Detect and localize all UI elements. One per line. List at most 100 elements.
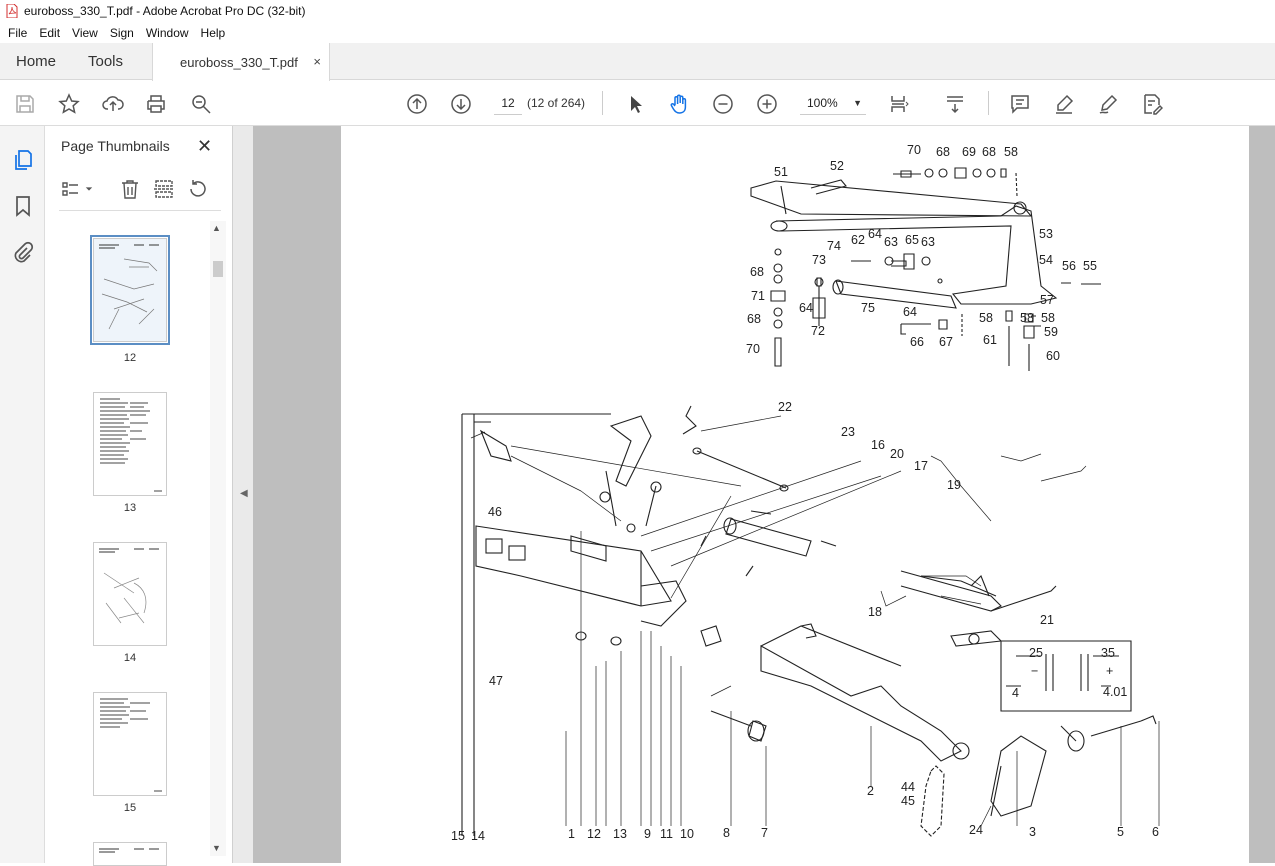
part-number-label: 71 bbox=[751, 289, 765, 303]
zoom-select[interactable]: 100% ▼ bbox=[800, 91, 866, 115]
menu-file[interactable]: File bbox=[2, 26, 33, 40]
menu-help[interactable]: Help bbox=[195, 26, 232, 40]
tab-tools[interactable]: Tools bbox=[88, 43, 123, 80]
part-number-label: 23 bbox=[841, 425, 855, 439]
part-number-label: 67 bbox=[939, 335, 953, 349]
thumbnail-page-13[interactable] bbox=[93, 392, 167, 496]
part-number-label: 60 bbox=[1046, 349, 1060, 363]
upload-icon[interactable] bbox=[100, 91, 126, 117]
part-number-label: 13 bbox=[613, 827, 627, 841]
panel-collapse-handle[interactable]: ◀ bbox=[233, 126, 253, 863]
hand-icon[interactable] bbox=[666, 91, 692, 117]
part-number-label: 68 bbox=[982, 145, 996, 159]
part-number-label: 65 bbox=[905, 233, 919, 247]
save-icon[interactable] bbox=[12, 91, 38, 117]
thumbnail-page-16[interactable] bbox=[93, 842, 167, 866]
chevron-down-icon[interactable] bbox=[85, 182, 95, 206]
scroll-up-icon[interactable]: ▲ bbox=[212, 223, 221, 233]
part-number-label: 55 bbox=[1083, 259, 1097, 273]
part-number-label: − bbox=[1031, 664, 1038, 678]
collapse-arrow-icon: ◀ bbox=[240, 488, 248, 499]
part-number-label: 5 bbox=[1117, 825, 1124, 839]
scroll-mode-icon[interactable] bbox=[942, 91, 968, 117]
tab-document[interactable]: euroboss_330_T.pdf × bbox=[152, 43, 330, 81]
part-number-label: 57 bbox=[1040, 293, 1054, 307]
close-panel-icon[interactable]: ✕ bbox=[197, 136, 212, 157]
tab-home[interactable]: Home bbox=[16, 43, 56, 80]
menu-view[interactable]: View bbox=[66, 26, 104, 40]
part-number-label: 59 bbox=[1044, 325, 1058, 339]
comment-icon[interactable] bbox=[1007, 91, 1033, 117]
part-number-label: 62 bbox=[851, 233, 865, 247]
part-number-label: 11 bbox=[660, 827, 673, 841]
search-icon[interactable] bbox=[188, 91, 214, 117]
part-number-label: 46 bbox=[488, 505, 502, 519]
rotate-icon[interactable] bbox=[187, 178, 211, 202]
part-number-label: 20 bbox=[890, 447, 904, 461]
part-number-label: + bbox=[1106, 664, 1113, 678]
zoom-out-icon[interactable] bbox=[710, 91, 736, 117]
part-number-label: 18 bbox=[868, 605, 882, 619]
page-up-icon[interactable] bbox=[404, 91, 430, 117]
part-number-label: 69 bbox=[962, 145, 976, 159]
attachments-icon[interactable] bbox=[11, 240, 35, 264]
part-number-label: 54 bbox=[1039, 253, 1053, 267]
part-number-label: 58 bbox=[1041, 311, 1055, 325]
part-number-label: 4.01 bbox=[1103, 685, 1127, 699]
window-title: euroboss_330_T.pdf - Adobe Acrobat Pro D… bbox=[24, 4, 306, 18]
delete-icon[interactable] bbox=[119, 178, 143, 202]
part-number-label: 51 bbox=[774, 165, 788, 179]
parts-diagram: 70 68 69 68 5851 525374 62 6463 65 6354 56 55586873… bbox=[451, 143, 1160, 843]
edit-pdf-icon[interactable] bbox=[1139, 91, 1165, 117]
part-number-label: 58 bbox=[979, 311, 993, 325]
zoom-in-icon[interactable] bbox=[754, 91, 780, 117]
thumbnail-page-12[interactable] bbox=[90, 235, 170, 345]
part-number-label: 35 bbox=[1101, 646, 1115, 660]
panel-toolbar bbox=[59, 176, 219, 204]
page-down-icon[interactable] bbox=[448, 91, 474, 117]
scrollbar-thumb[interactable] bbox=[213, 261, 223, 277]
part-number-label: 3 bbox=[1029, 825, 1036, 839]
left-rail bbox=[0, 126, 45, 863]
thumbnail-label: 15 bbox=[123, 802, 137, 814]
bookmarks-icon[interactable] bbox=[11, 194, 35, 218]
part-number-label: 64 bbox=[903, 305, 917, 319]
thumbnail-page-15[interactable] bbox=[93, 692, 167, 796]
sign-icon[interactable] bbox=[1095, 91, 1121, 117]
thumbnail-page-14[interactable] bbox=[93, 542, 167, 646]
part-number-label: 16 bbox=[871, 438, 885, 452]
highlight-icon[interactable] bbox=[1051, 91, 1077, 117]
part-number-label: 8 bbox=[723, 826, 730, 840]
extract-pages-icon[interactable] bbox=[153, 178, 177, 202]
part-number-label: 2 bbox=[867, 784, 874, 798]
page-thumbnails-icon[interactable] bbox=[11, 148, 35, 172]
options-menu-icon[interactable] bbox=[61, 178, 85, 202]
part-number-label: 22 bbox=[778, 400, 792, 414]
part-number-label: 21 bbox=[1040, 613, 1054, 627]
bookmark-star-icon[interactable] bbox=[56, 91, 82, 117]
part-number-label: 58 bbox=[1020, 311, 1034, 325]
part-number-label: 15 bbox=[451, 829, 465, 843]
menu-window[interactable]: Window bbox=[140, 26, 195, 40]
page-fit-icon[interactable] bbox=[886, 91, 912, 117]
close-tab-icon[interactable]: × bbox=[313, 54, 321, 69]
part-number-label: 70 bbox=[746, 342, 760, 356]
part-number-label: 6 bbox=[1152, 825, 1159, 839]
thumbnail-label: 14 bbox=[123, 652, 137, 664]
document-area: 70 68 69 68 58 51 52 53 74 62 64 63 65 63 54 56 55 58 68 73… bbox=[253, 126, 1275, 863]
menu-sign[interactable]: Sign bbox=[104, 26, 140, 40]
print-icon[interactable] bbox=[143, 91, 169, 117]
scroll-down-icon[interactable]: ▼ bbox=[212, 843, 221, 853]
part-number-label: 72 bbox=[811, 324, 825, 338]
select-arrow-icon[interactable] bbox=[622, 91, 648, 117]
part-number-label: 68 bbox=[747, 312, 761, 326]
zoom-value: 100% bbox=[807, 96, 838, 110]
title-bar: euroboss_330_T.pdf - Adobe Acrobat Pro D… bbox=[0, 0, 1275, 22]
part-number-label: 64 bbox=[868, 227, 882, 241]
toolbar-divider bbox=[988, 91, 989, 115]
part-number-label: 14 bbox=[471, 829, 485, 843]
part-number-label: 7 bbox=[761, 826, 768, 840]
menu-edit[interactable]: Edit bbox=[33, 26, 66, 40]
page-number-input[interactable]: 12 bbox=[494, 91, 522, 115]
thumbnail-scrollbar[interactable]: ▲ ▼ bbox=[210, 221, 226, 856]
